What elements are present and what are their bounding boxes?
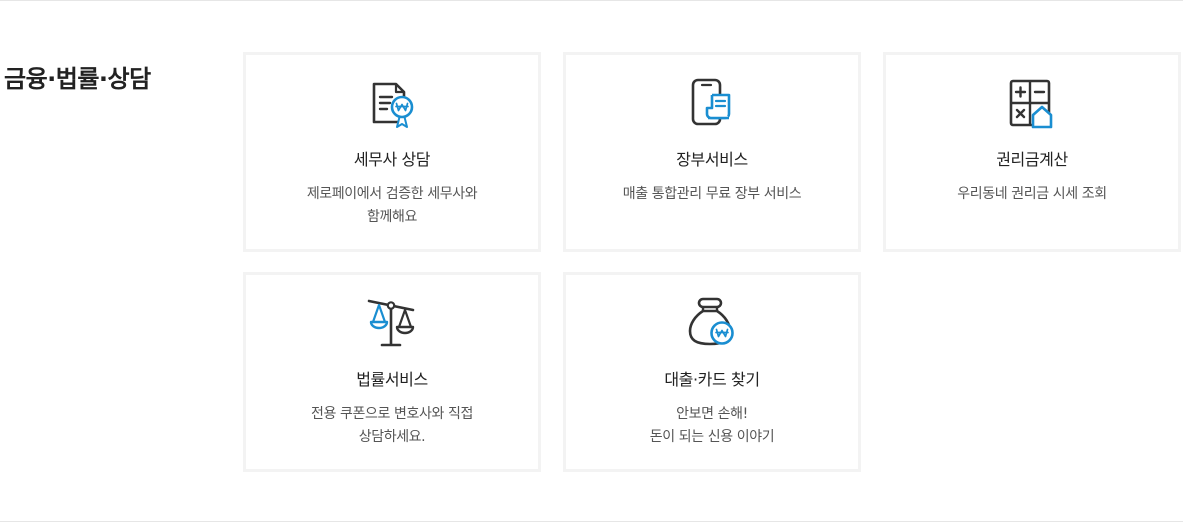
card-title: 권리금계산 [996, 150, 1068, 169]
card-loan-card-finder[interactable]: 대출·카드 찾기 안보면 손해! 돈이 되는 신용 이야기 [563, 272, 861, 472]
card-title: 법률서비스 [356, 370, 428, 389]
card-title: 장부서비스 [676, 150, 748, 169]
calculator-house-icon [1002, 75, 1062, 135]
phone-receipt-icon [682, 75, 742, 135]
card-premium-calculator[interactable]: 권리금계산 우리동네 권리금 시세 조회 [883, 52, 1181, 252]
finance-legal-consult-section: 금융·법률·상담 세무사 상담 제로페이에서 검증한 세무사와 함께해요 장부서… [0, 0, 1183, 525]
card-description: 전용 쿠폰으로 변호사와 직접 상담하세요. [311, 406, 473, 445]
section-title: 금융·법률·상담 [4, 65, 151, 93]
scale-icon [362, 295, 422, 355]
certificate-won-icon [362, 75, 422, 135]
money-bag-won-icon [682, 295, 742, 355]
card-description: 제로페이에서 검증한 세무사와 함께해요 [306, 186, 478, 225]
card-description: 우리동네 권리금 시세 조회 [957, 186, 1107, 202]
card-legal-service[interactable]: 법률서비스 전용 쿠폰으로 변호사와 직접 상담하세요. [243, 272, 541, 472]
card-title: 대출·카드 찾기 [664, 370, 760, 389]
card-title: 세무사 상담 [353, 150, 431, 169]
card-bookkeeping-service[interactable]: 장부서비스 매출 통합관리 무료 장부 서비스 [563, 52, 861, 252]
card-description: 매출 통합관리 무료 장부 서비스 [622, 186, 802, 202]
bottom-divider [0, 521, 1183, 522]
card-tax-consult[interactable]: 세무사 상담 제로페이에서 검증한 세무사와 함께해요 [243, 52, 541, 252]
card-description: 안보면 손해! 돈이 되는 신용 이야기 [649, 406, 775, 445]
top-divider [0, 0, 1183, 1]
